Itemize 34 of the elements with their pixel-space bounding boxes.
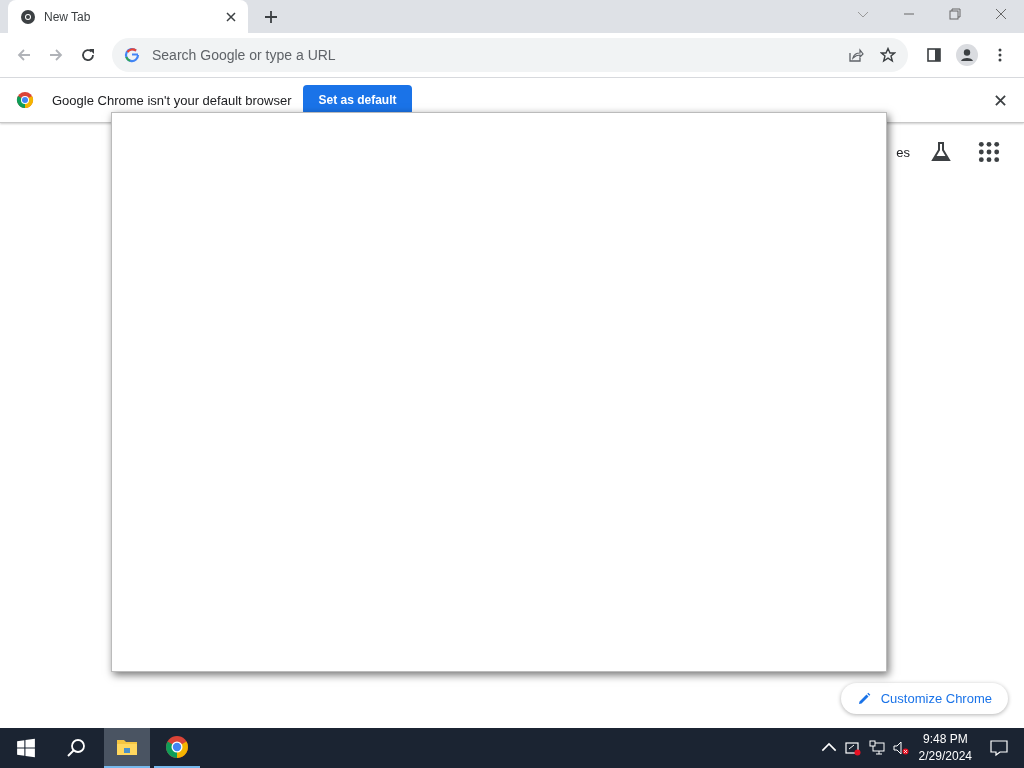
clock-time: 9:48 PM <box>922 731 968 748</box>
chrome-logo-icon <box>165 735 189 759</box>
side-panel-icon[interactable] <box>926 47 942 63</box>
search-icon[interactable] <box>66 738 86 758</box>
share-icon[interactable] <box>848 47 864 63</box>
profile-icon[interactable] <box>956 44 978 66</box>
restore-icon[interactable] <box>949 8 961 20</box>
set-default-button[interactable]: Set as default <box>303 85 412 115</box>
images-link[interactable]: es <box>896 144 910 160</box>
close-icon[interactable] <box>226 11 236 22</box>
browser-tab[interactable]: New Tab <box>8 0 248 33</box>
flask-icon[interactable] <box>930 141 952 163</box>
close-icon[interactable] <box>995 8 1007 20</box>
infobar-message: Google Chrome isn't your default browser <box>52 92 292 108</box>
chrome-logo-icon <box>20 8 36 25</box>
address-bar[interactable]: Search Google or type a URL <box>112 38 908 72</box>
sync-alert-icon[interactable] <box>844 740 861 756</box>
google-g-icon <box>124 47 140 63</box>
windows-start-icon[interactable] <box>16 738 36 758</box>
clock-date: 2/29/2024 <box>918 748 972 765</box>
plus-icon[interactable] <box>264 10 278 24</box>
search-field[interactable]: Search Google or type a URL <box>150 46 832 64</box>
pencil-icon <box>856 691 871 706</box>
notification-icon[interactable] <box>990 739 1008 757</box>
close-icon[interactable] <box>995 94 1006 106</box>
network-icon[interactable] <box>868 740 885 756</box>
speaker-muted-icon[interactable] <box>892 740 909 756</box>
file-explorer-taskbar-button[interactable] <box>104 728 150 768</box>
chrome-logo-icon <box>16 91 34 109</box>
star-icon[interactable] <box>880 47 896 63</box>
customize-chrome-button[interactable]: Customize Chrome <box>840 683 1008 714</box>
reload-icon[interactable] <box>80 47 96 63</box>
apps-grid-icon[interactable] <box>978 141 1000 163</box>
taskbar-clock[interactable]: 9:48 PM 2/29/2024 <box>918 731 972 765</box>
